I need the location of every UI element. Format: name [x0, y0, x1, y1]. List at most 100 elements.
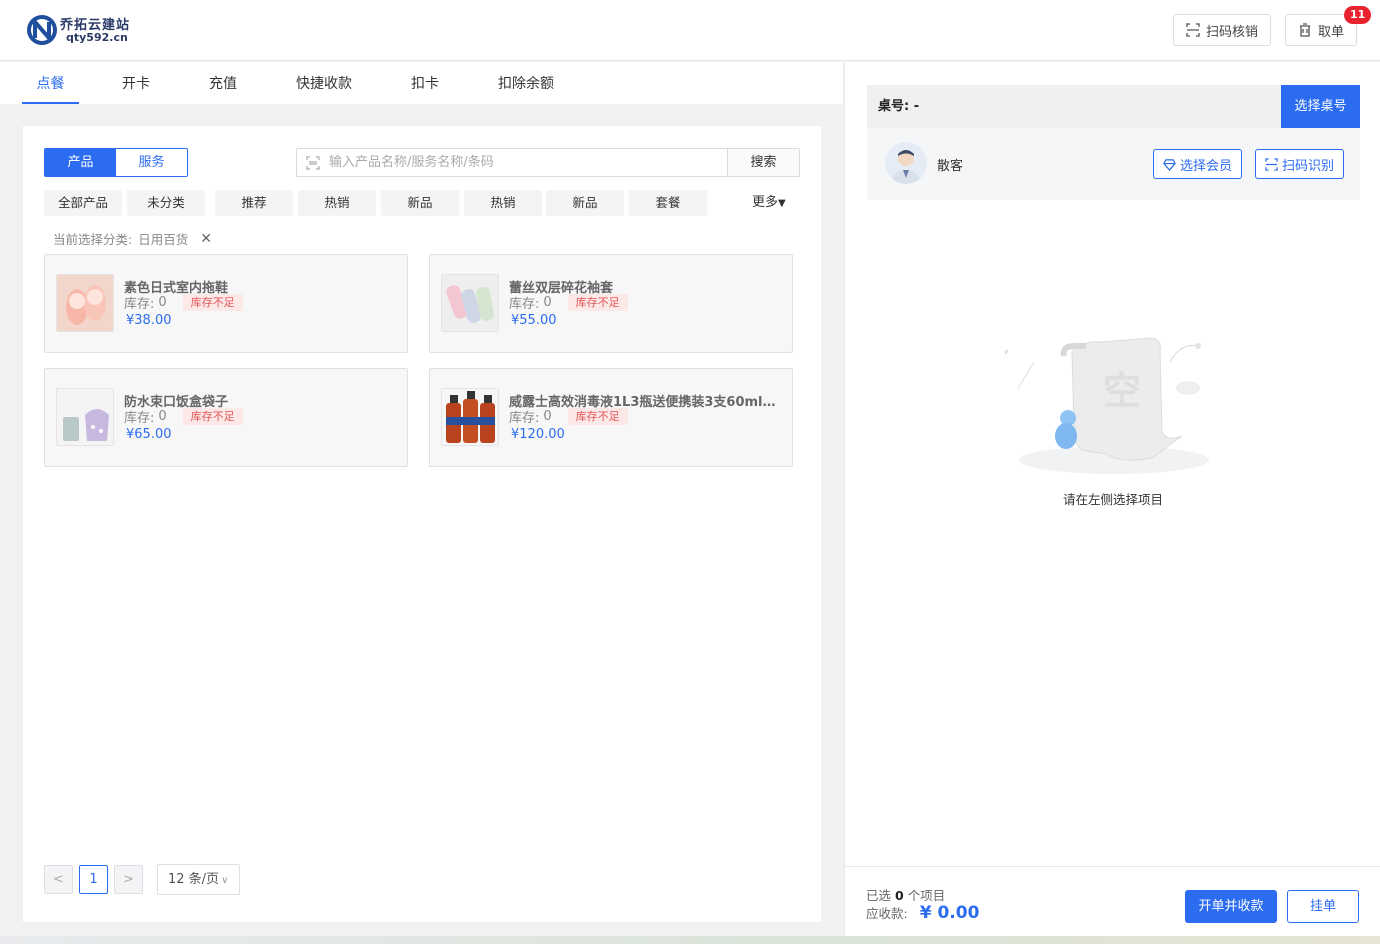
product-card[interactable]: 防水束口饭盒袋子 库存: 0 库存不足 ¥65.00: [44, 368, 408, 467]
search-button[interactable]: 搜索: [727, 149, 799, 176]
member-bar: 散客 选择会员 扫码识别: [867, 128, 1360, 200]
scan-icon: [1265, 157, 1278, 171]
checkout-footer: 已选 0 个项目 应收款: ¥ 0.00 开单并收款 挂单: [845, 866, 1380, 936]
product-image-slippers: [56, 274, 114, 332]
product-image-disinfectant: [441, 388, 499, 446]
category-new-2[interactable]: 新品: [546, 190, 624, 216]
logo[interactable]: 乔拓云建站 qty592.cn: [26, 12, 136, 48]
product-card[interactable]: 威露士高效消毒液1L3瓶送便携装3支60ml消... 库存: 0 库存不足 ¥1…: [429, 368, 793, 467]
caret-down-icon: ▼: [778, 198, 786, 209]
stock-value: 0: [543, 409, 552, 424]
tab-open-card[interactable]: 开卡: [111, 62, 161, 104]
stock-value: 0: [543, 295, 552, 310]
selected-summary: 已选 0 个项目: [866, 885, 945, 904]
amount-due: 应收款: ¥ 0.00: [866, 903, 979, 923]
product-stock: 库存: 0 库存不足: [509, 293, 628, 312]
guest-label: 散客: [937, 159, 964, 174]
category-hot-2[interactable]: 热销: [464, 190, 542, 216]
current-category-label: 当前选择分类:: [53, 232, 133, 247]
search-bar: 搜索: [296, 148, 800, 177]
product-stock: 库存: 0 库存不足: [509, 407, 628, 426]
scan-verify-label: 扫码核销: [1206, 24, 1259, 40]
trash-box-icon: [1300, 23, 1310, 37]
category-new[interactable]: 新品: [381, 190, 459, 216]
tab-quick-pay[interactable]: 快捷收款: [285, 62, 363, 104]
top-header: 乔拓云建站 qty592.cn 扫码核销 取单 11: [0, 0, 1380, 61]
current-category: 当前选择分类: 日用百货 ✕: [53, 229, 212, 248]
tab-recharge[interactable]: 充值: [198, 62, 248, 104]
scan-identify-label: 扫码识别: [1282, 158, 1335, 174]
category-recommended[interactable]: 推荐: [215, 190, 293, 216]
next-page-button[interactable]: >: [114, 865, 143, 894]
function-tabs: 点餐 开卡 充值 快捷收款 扣卡 扣除余额: [0, 62, 843, 104]
stock-value: 0: [158, 295, 167, 310]
logo-domain: qty592.cn: [66, 31, 128, 44]
stock-value: 0: [158, 409, 167, 424]
low-stock-tag: 库存不足: [182, 294, 243, 311]
open-and-pay-button[interactable]: 开单并收款: [1185, 890, 1277, 923]
logo-mark-icon: [27, 15, 57, 45]
empty-state-illustration: 空: [1004, 337, 1209, 474]
tab-deduct-balance[interactable]: 扣除余额: [487, 62, 565, 104]
product-stock: 库存: 0 库存不足: [124, 293, 243, 312]
select-member-button[interactable]: 选择会员: [1153, 149, 1243, 179]
prev-page-button[interactable]: <: [44, 865, 73, 894]
more-label: 更多: [752, 195, 779, 210]
hold-order-button[interactable]: 挂单: [1287, 890, 1359, 923]
empty-glyph: 空: [1103, 369, 1141, 413]
stock-label: 库存:: [509, 297, 540, 312]
product-price: ¥38.00: [126, 313, 172, 328]
diamond-icon: [1163, 158, 1176, 171]
page-1-button[interactable]: 1: [79, 865, 108, 894]
order-panel: 桌号: - 选择桌号 散客 选择会员 扫码识别 空 请在左侧选择项目 已选 0 …: [844, 62, 1380, 936]
product-card[interactable]: 蕾丝双层碎花袖套 库存: 0 库存不足 ¥55.00: [429, 254, 793, 353]
clear-category-icon[interactable]: ✕: [200, 231, 212, 247]
selected-prefix: 已选: [866, 888, 892, 903]
tab-order[interactable]: 点餐: [22, 62, 79, 104]
segment-product[interactable]: 产品: [45, 149, 116, 176]
chevron-down-icon: ∨: [221, 875, 229, 886]
due-label: 应收款:: [866, 906, 908, 921]
tab-deduct-card[interactable]: 扣卡: [400, 62, 450, 104]
selected-suffix: 个项目: [907, 888, 946, 903]
scan-verify-button[interactable]: 扫码核销: [1173, 14, 1272, 46]
stock-label: 库存:: [124, 297, 155, 312]
current-category-value: 日用百货: [138, 232, 189, 247]
product-image-sleeves: [441, 274, 499, 332]
selected-count: 0: [895, 888, 904, 903]
category-all[interactable]: 全部产品: [44, 190, 122, 216]
take-order-label: 取单: [1318, 24, 1345, 40]
table-number-label: 桌号: -: [878, 99, 920, 114]
category-uncategorized[interactable]: 未分类: [127, 190, 205, 216]
page-size-value: 12 条/页: [168, 872, 220, 887]
segment-service[interactable]: 服务: [116, 149, 187, 176]
due-value: ¥ 0.00: [919, 903, 980, 923]
scan-identify-button[interactable]: 扫码识别: [1255, 149, 1345, 179]
product-service-toggle: 产品 服务: [44, 148, 188, 177]
select-member-label: 选择会员: [1180, 158, 1233, 174]
table-bar: 桌号: - 选择桌号: [867, 85, 1360, 128]
product-panel: 产品 服务 搜索 全部产品 未分类 推荐 热销 新品 热销 新品 套餐 更多▼ …: [23, 126, 821, 922]
more-categories-button[interactable]: 更多▼: [752, 190, 786, 216]
pagination: < 1 > 12 条/页 ∨: [44, 864, 240, 895]
search-input[interactable]: [329, 149, 727, 176]
category-combo[interactable]: 套餐: [629, 190, 707, 216]
page-size-select[interactable]: 12 条/页 ∨: [157, 864, 240, 895]
product-stock: 库存: 0 库存不足: [124, 407, 243, 426]
take-order-count-badge: 11: [1344, 6, 1372, 24]
avatar: [885, 142, 927, 184]
product-price: ¥65.00: [126, 427, 172, 442]
product-image-lunch-bag: [56, 388, 114, 446]
category-hot[interactable]: 热销: [298, 190, 376, 216]
barcode-scan-icon[interactable]: [297, 149, 329, 176]
product-price: ¥55.00: [511, 313, 557, 328]
low-stock-tag: 库存不足: [567, 294, 628, 311]
low-stock-tag: 库存不足: [182, 408, 243, 425]
stock-label: 库存:: [509, 411, 540, 426]
low-stock-tag: 库存不足: [567, 408, 628, 425]
taskbar-strip: [0, 936, 1380, 944]
scan-icon: [1186, 23, 1200, 37]
select-table-button[interactable]: 选择桌号: [1281, 85, 1360, 128]
product-price: ¥120.00: [511, 427, 565, 442]
product-card[interactable]: 素色日式室内拖鞋 库存: 0 库存不足 ¥38.00: [44, 254, 408, 353]
